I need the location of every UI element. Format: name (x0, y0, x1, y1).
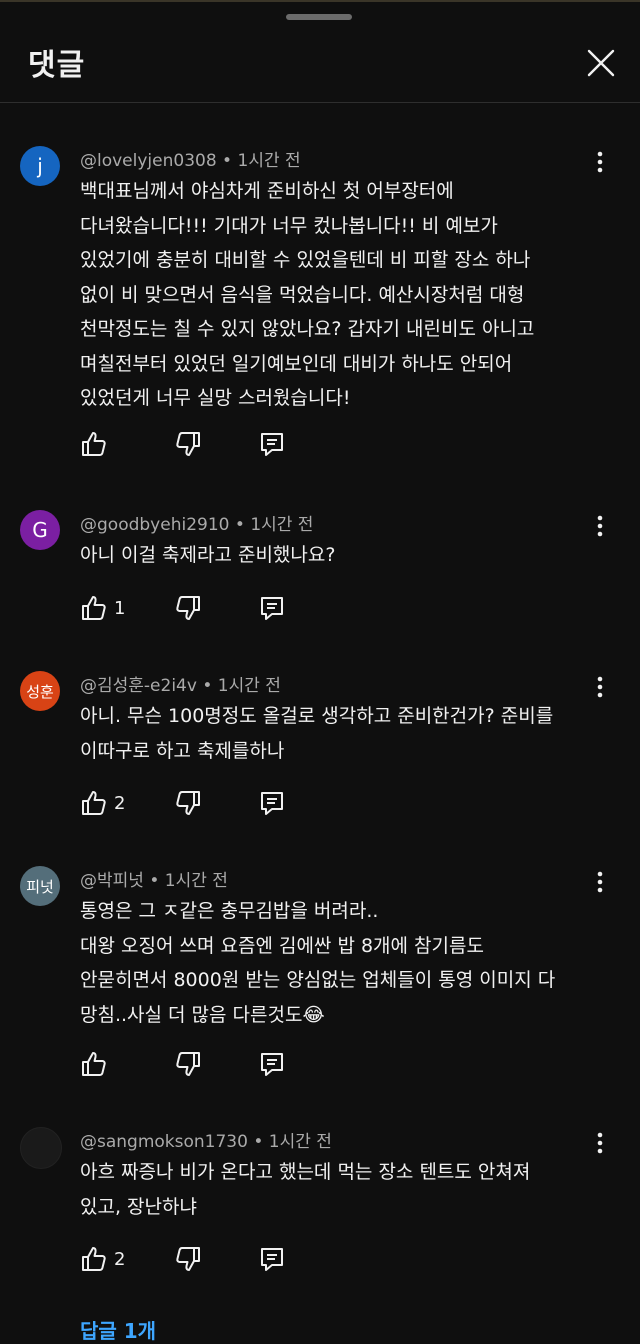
comment-meta: @sangmokson1730 • 1시간 전 (80, 1132, 332, 1152)
comment-actions (80, 1050, 340, 1086)
more-options-button[interactable] (588, 512, 612, 540)
top-edge (0, 0, 640, 2)
more-vert-icon (597, 151, 603, 173)
comment-time: 1시간 전 (237, 151, 301, 171)
thumbs-down-icon (176, 1052, 200, 1076)
reply-button[interactable] (258, 789, 290, 821)
like-count: 1 (114, 598, 126, 619)
more-options-button[interactable] (588, 1129, 612, 1157)
avatar[interactable]: 피넛 (20, 866, 60, 906)
like-button[interactable] (80, 1245, 112, 1277)
comment-time: 1시간 전 (268, 1132, 332, 1152)
reply-icon (261, 597, 283, 620)
more-vert-icon (597, 515, 603, 537)
more-vert-icon (597, 871, 603, 893)
comment-actions (80, 430, 340, 466)
more-options-button[interactable] (588, 868, 612, 896)
avatar[interactable]: j (20, 146, 60, 186)
comment-actions: 1 (80, 594, 340, 630)
avatar[interactable] (20, 1127, 62, 1169)
like-count: 2 (114, 793, 126, 814)
header-divider (0, 102, 640, 103)
comment-author[interactable]: @goodbyehi2910 (80, 515, 229, 535)
thumbs-up-icon (82, 791, 106, 815)
comment-time: 1시간 전 (164, 871, 228, 891)
comment-author[interactable]: @lovelyjen0308 (80, 151, 217, 171)
reply-button[interactable] (258, 1050, 290, 1082)
reply-button[interactable] (258, 430, 290, 462)
comment-text: 백대표님께서 야심차게 준비하신 첫 어부장터에 다녀왔습니다!!! 기대가 너… (80, 180, 535, 409)
comment-text: 아니. 무슨 100명정도 올걸로 생각하고 준비한건가? 준비를 이따구로 하… (80, 705, 554, 762)
reply-icon (261, 1053, 283, 1076)
reply-button[interactable] (258, 1245, 290, 1277)
comment-text: 통영은 그 ㅈ같은 충무김밥을 버려라.. 대왕 오징어 쓰며 요즘엔 김에싼 … (80, 900, 556, 1026)
comment-actions: 2 (80, 1245, 340, 1281)
more-vert-icon (597, 1132, 603, 1154)
reply-icon (261, 1248, 283, 1271)
comment-meta: @lovelyjen0308 • 1시간 전 (80, 151, 301, 171)
thumbs-up-icon (82, 1052, 106, 1076)
dislike-button[interactable] (174, 789, 206, 821)
dislike-button[interactable] (174, 594, 206, 626)
comment-meta: @goodbyehi2910 • 1시간 전 (80, 515, 314, 535)
dislike-button[interactable] (174, 430, 206, 462)
like-button[interactable] (80, 594, 112, 626)
thumbs-up-icon (82, 432, 106, 456)
comments-header: 댓글 (0, 22, 640, 102)
thumbs-up-icon (82, 596, 106, 620)
more-vert-icon (597, 676, 603, 698)
avatar[interactable]: 성훈 (20, 671, 60, 711)
like-button[interactable] (80, 430, 112, 462)
thumbs-down-icon (176, 1247, 200, 1271)
comment-meta: @박피넛 • 1시간 전 (80, 871, 228, 891)
close-icon (587, 49, 615, 77)
comment-author[interactable]: @sangmokson1730 (80, 1132, 248, 1152)
thumbs-down-icon (176, 596, 200, 620)
close-button[interactable] (584, 46, 618, 80)
drag-handle[interactable] (286, 14, 352, 20)
thumbs-down-icon (176, 432, 200, 456)
more-options-button[interactable] (588, 148, 612, 176)
comment-text: 아니 이걸 축제라고 준비했나요? (80, 544, 336, 566)
thumbs-up-icon (82, 1247, 106, 1271)
dislike-button[interactable] (174, 1050, 206, 1082)
like-button[interactable] (80, 1050, 112, 1082)
more-options-button[interactable] (588, 673, 612, 701)
reply-button[interactable] (258, 594, 290, 626)
like-count: 2 (114, 1249, 126, 1270)
comment-actions: 2 (80, 789, 340, 825)
like-button[interactable] (80, 789, 112, 821)
page-title: 댓글 (28, 48, 86, 83)
comment-time: 1시간 전 (217, 676, 281, 696)
comment-time: 1시간 전 (250, 515, 314, 535)
comment-author[interactable]: @김성훈-e2i4v (80, 676, 197, 696)
comment-meta: @김성훈-e2i4v • 1시간 전 (80, 676, 281, 696)
avatar[interactable]: G (20, 510, 60, 550)
comment-author[interactable]: @박피넛 (80, 871, 144, 891)
view-replies-link[interactable]: 답글 1개 (80, 1315, 156, 1344)
reply-icon (261, 792, 283, 815)
dislike-button[interactable] (174, 1245, 206, 1277)
reply-icon (261, 433, 283, 456)
comment-text: 아흐 짜증나 비가 온다고 했는데 먹는 장소 텐트도 안쳐져 있고, 장난하냐 (80, 1161, 531, 1218)
thumbs-down-icon (176, 791, 200, 815)
